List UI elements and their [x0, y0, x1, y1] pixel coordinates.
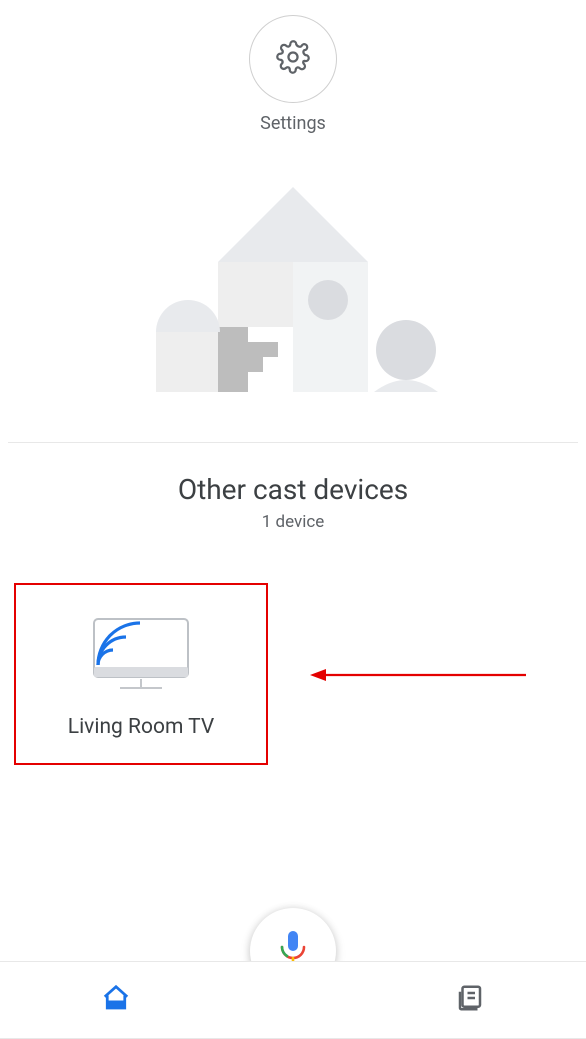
settings-button[interactable] — [249, 15, 337, 103]
nav-home-button[interactable] — [96, 980, 136, 1020]
feed-icon — [455, 983, 485, 1017]
annotation-arrow — [310, 665, 526, 685]
section-title: Other cast devices — [0, 473, 586, 506]
bottom-navigation — [0, 961, 586, 1039]
nav-feed-button[interactable] — [450, 980, 490, 1020]
device-count: 1 device — [0, 512, 586, 532]
settings-label: Settings — [0, 113, 586, 134]
chromecast-tv-icon — [86, 615, 196, 693]
house-illustration — [128, 172, 458, 412]
section-divider — [8, 442, 578, 443]
gear-icon — [276, 40, 310, 78]
home-icon — [101, 983, 131, 1017]
device-label: Living Room TV — [68, 715, 214, 739]
device-card[interactable]: Living Room TV — [14, 583, 268, 765]
